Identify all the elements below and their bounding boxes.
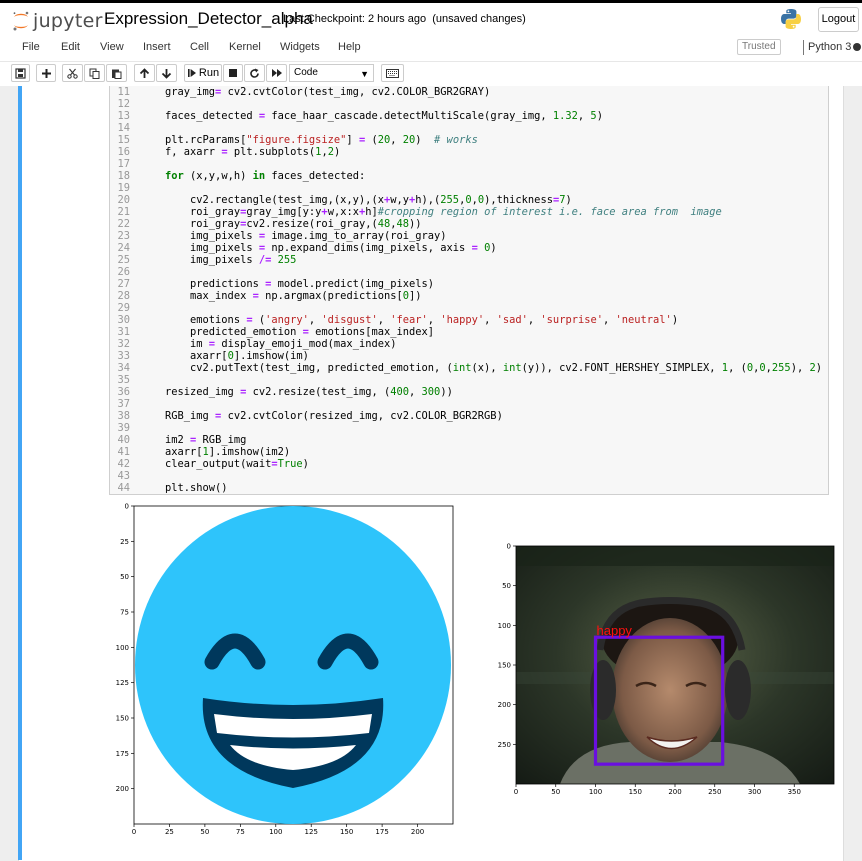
y-tick-label: 150: [116, 715, 129, 723]
x-tick-label: 75: [236, 828, 245, 836]
x-tick-label: 50: [200, 828, 209, 836]
x-tick-label: 250: [708, 788, 721, 796]
y-tick-label: 25: [120, 538, 129, 546]
y-tick-label: 0: [125, 503, 129, 511]
x-tick-label: 25: [165, 828, 174, 836]
x-tick-label: 0: [132, 828, 136, 836]
photo-axes: happy 0 50 100 150 200 250 300 350 0 50 100 150 200…: [498, 543, 835, 796]
x-tick-label: 200: [411, 828, 424, 836]
y-tick-label: 50: [502, 582, 511, 590]
y-tick-label: 0: [507, 543, 511, 551]
y-tick-label: 100: [498, 622, 511, 630]
x-tick-label: 0: [514, 788, 518, 796]
y-tick-label: 75: [120, 609, 129, 617]
output-plots: 0 25 50 75 100 125 150 175 200 0 25 50 75 100 125 150 1…: [116, 503, 835, 836]
x-tick-label: 150: [629, 788, 642, 796]
webcam-image: [516, 546, 834, 784]
x-tick-label: 300: [748, 788, 761, 796]
y-tick-label: 50: [120, 573, 129, 581]
headphone-right: [725, 660, 751, 720]
y-tick-label: 150: [498, 662, 511, 670]
y-tick-label: 250: [498, 741, 511, 749]
x-tick-label: 100: [589, 788, 602, 796]
y-tick-label: 100: [116, 644, 129, 652]
x-tick-label: 350: [788, 788, 801, 796]
emotion-label: happy: [597, 623, 633, 638]
y-tick-label: 175: [116, 750, 129, 758]
y-tick-label: 200: [116, 785, 129, 793]
y-tick-label: 200: [498, 701, 511, 709]
x-tick-label: 50: [551, 788, 560, 796]
x-tick-label: 125: [305, 828, 318, 836]
x-tick-label: 100: [269, 828, 282, 836]
x-tick-label: 200: [668, 788, 681, 796]
emoji-axes: 0 25 50 75 100 125 150 175 200 0 25 50 75 100 125 150 1…: [116, 503, 454, 836]
x-tick-label: 175: [375, 828, 388, 836]
x-tick-label: 150: [340, 828, 353, 836]
y-tick-label: 125: [116, 679, 129, 687]
